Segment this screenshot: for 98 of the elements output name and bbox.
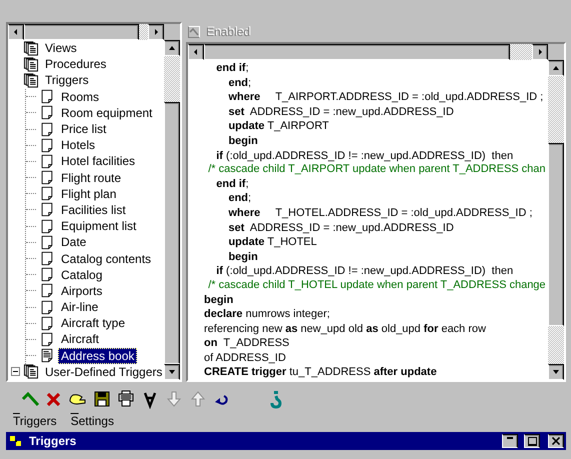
code-line: end if;	[215, 176, 249, 192]
code-line: of ADDRESS_ID	[203, 350, 286, 366]
document-stack-icon	[23, 72, 39, 88]
tree-item[interactable]: Air-line	[58, 299, 102, 316]
tree-item[interactable]: Facilities list	[58, 202, 129, 218]
scroll-arrow-button[interactable]	[164, 40, 180, 56]
tree-item[interactable]: Views	[42, 40, 80, 56]
code-line: end if;	[215, 61, 249, 76]
tree-item[interactable]: Flight plan	[58, 186, 120, 202]
document-stack-icon	[23, 56, 39, 72]
code-line: end;	[227, 191, 252, 206]
scrollbar-corner	[548, 44, 564, 60]
blank-page-icon	[39, 89, 55, 104]
toolbar-button[interactable]	[116, 389, 136, 409]
printer-icon	[116, 389, 136, 409]
tree-item[interactable]: Flight route	[58, 170, 124, 186]
code-line: referencing new as new_upd old as old_upd for each row	[203, 322, 486, 336]
code-line: where T_HOTEL.ADDRESS_ID = :old_upd.ADDRESS_ID ;	[227, 206, 532, 221]
close-icon	[552, 437, 560, 445]
tree-item[interactable]: Hotel facilities	[58, 153, 138, 170]
menu-item[interactable]: Settings	[70, 414, 114, 428]
scrollbar-corner	[164, 24, 180, 40]
checkbox-label: Enabled	[206, 25, 250, 39]
scroll-arrow-button[interactable]	[188, 44, 204, 60]
code-line: if (:old_upd.ADDRESS_ID != :new_upd.ADDRESS_ID) then	[215, 264, 514, 279]
code-line: set ADDRESS_ID = :new_upd.ADDRESS_ID	[227, 220, 454, 236]
tree-item[interactable]: Equipment list	[58, 218, 140, 234]
document-stack-icon	[23, 40, 39, 56]
code-line: update T_HOTEL	[227, 235, 317, 250]
blank-page-icon	[39, 234, 55, 250]
toolbar-button[interactable]	[92, 389, 112, 409]
scroll-arrow-button[interactable]	[532, 44, 548, 60]
scroll-arrow-button[interactable]	[164, 364, 180, 380]
code-line: begin	[227, 250, 258, 264]
tree-item[interactable]: Procedures	[42, 56, 110, 72]
scroll-arrow-button[interactable]	[8, 24, 24, 40]
scroll-arrow-button[interactable]	[148, 24, 164, 40]
minimize-button[interactable]	[502, 434, 518, 448]
blank-page-icon	[39, 218, 55, 234]
tree-item[interactable]: Hotels	[58, 137, 98, 154]
document-stack-icon	[23, 364, 39, 380]
tree-item[interactable]: Address book	[58, 348, 138, 364]
tree-item[interactable]: Date	[58, 234, 90, 250]
scrollbar[interactable]	[548, 60, 564, 380]
tree-item[interactable]: Catalog contents	[58, 250, 154, 267]
scroll-thumb[interactable]	[164, 102, 180, 364]
code-line: if (:old_upd.ADDRESS_ID != :new_upd.ADDRESS_ID) then	[215, 148, 514, 164]
check-icon	[20, 389, 40, 409]
window-title: Triggers	[29, 434, 78, 448]
code-line: begin	[203, 292, 234, 308]
blank-page-icon	[39, 332, 55, 347]
document-icon	[39, 348, 55, 364]
code-line: declare numrows integer;	[203, 307, 330, 322]
scrollbar[interactable]	[8, 24, 164, 40]
app-icon	[9, 434, 23, 448]
blank-page-icon	[39, 138, 55, 153]
tree-item[interactable]: Aircraft	[58, 331, 102, 348]
tree-item[interactable]: Price list	[58, 121, 110, 138]
blank-page-icon	[39, 202, 55, 218]
collapse-toggle[interactable]	[11, 367, 20, 376]
blank-page-icon	[39, 316, 55, 331]
scroll-arrow-button[interactable]	[548, 364, 564, 380]
minimize-icon	[507, 437, 513, 439]
tree-item[interactable]: Room equipment	[58, 104, 156, 121]
code-comment: /* cascade child T_HOTEL update when parent T_ADDRESS change	[207, 278, 546, 292]
blank-page-icon	[39, 283, 55, 298]
blank-page-icon	[39, 267, 55, 282]
code-line: set ADDRESS_ID = :new_upd.ADDRESS_ID	[227, 104, 454, 120]
code-line: CREATE trigger tu_T_ADDRESS after update	[203, 365, 437, 380]
scroll-thumb[interactable]	[548, 142, 564, 326]
maximize-icon	[528, 436, 536, 446]
tree-item[interactable]: Aircraft type	[58, 315, 128, 332]
blank-page-icon	[39, 105, 55, 120]
code-line: update T_AIRPORT	[227, 119, 329, 134]
scroll-thumb[interactable]	[24, 24, 139, 40]
blank-page-icon	[39, 186, 55, 202]
close-button[interactable]	[548, 434, 564, 448]
blank-page-icon	[39, 170, 55, 186]
code-comment: /* cascade child T_AIRPORT update when parent T_ADDRESS chan	[207, 163, 546, 177]
blank-page-icon	[39, 122, 55, 137]
code-line: where T_AIRPORT.ADDRESS_ID = :old_upd.ADDRESS_ID ;	[227, 90, 544, 105]
minus-icon	[13, 369, 18, 374]
code-line: begin	[227, 134, 258, 149]
scroll-arrow-button[interactable]	[548, 60, 564, 76]
blank-page-icon	[39, 300, 55, 315]
code-line: end;	[227, 76, 252, 90]
maximize-button[interactable]	[524, 434, 540, 448]
tree-item[interactable]: Catalog	[58, 266, 106, 283]
code-line: on T_ADDRESS	[203, 336, 290, 351]
tree-item[interactable]: User-Defined Triggers	[42, 364, 164, 380]
blank-page-icon	[39, 251, 55, 266]
tree-item[interactable]: Rooms	[58, 88, 102, 105]
tree-item[interactable]: Airports	[58, 282, 106, 299]
scrollbar[interactable]	[164, 40, 180, 380]
checkmark-icon	[189, 27, 199, 37]
tree-item[interactable]: Triggers	[42, 72, 92, 88]
blank-page-icon	[39, 154, 55, 169]
menu-item[interactable]: Triggers	[13, 414, 57, 428]
